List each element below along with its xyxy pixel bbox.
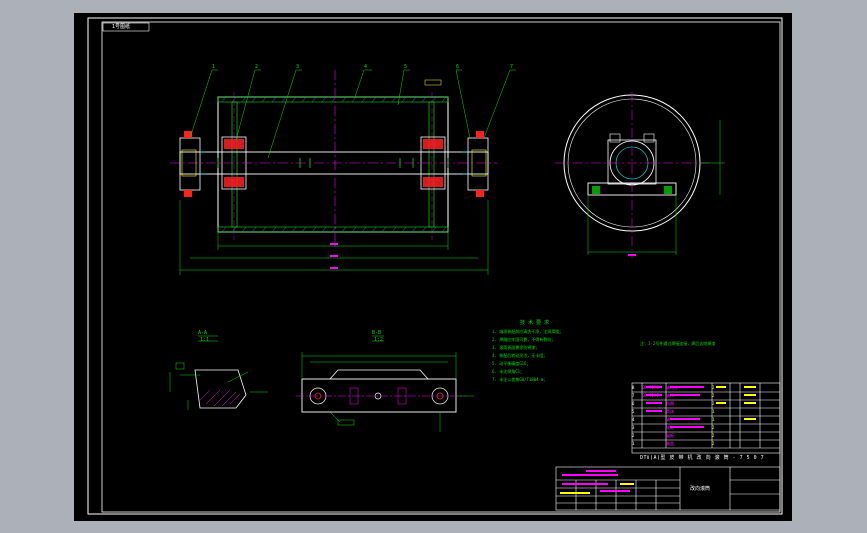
leader-number-7: 7 bbox=[510, 64, 514, 70]
bom-row: 5 筒体 1 bbox=[632, 409, 715, 414]
tech-line: 7. 未注公差按GB/T1804-m； bbox=[492, 377, 548, 382]
bom-row: 7 GB/T297 轴承 2 bbox=[632, 393, 715, 398]
bom-row: 3 轮毂 2 bbox=[632, 425, 715, 430]
tech-line: 6. 未注倒角C1； bbox=[492, 369, 525, 374]
part-name: 改向滚筒 bbox=[690, 486, 711, 492]
tech-requirements-title: 技 术 要 求 bbox=[520, 320, 550, 326]
tech-line: 5. 动平衡精度G16； bbox=[492, 361, 531, 366]
bom-row: 1 端盖 2 bbox=[632, 441, 715, 446]
leader-number-4: 4 bbox=[364, 64, 368, 70]
section-a-label: A-A bbox=[198, 330, 208, 336]
leader-number-6: 6 bbox=[456, 64, 460, 70]
tech-line: 3. 滚筒表面需涂防锈漆； bbox=[492, 345, 540, 350]
bom-row: 8 GB/T276 轴承座 2 bbox=[632, 385, 715, 390]
tech-line: 4. 装配后转动灵活，无卡阻； bbox=[492, 353, 548, 358]
leader-number-3: 3 bbox=[296, 64, 300, 70]
leader-number-1: 1 bbox=[212, 64, 216, 70]
side-note: 注：1-2号件通过焊接连接，焊后去除焊渣 bbox=[640, 341, 716, 346]
drawing-title-label: DTⅡ(A)型 皮 带 机 改 向 滚 筒 - 7 5 0 7 bbox=[640, 455, 765, 461]
bom-row: 6 挡圈 2 bbox=[632, 401, 715, 406]
tech-requirements-list: 1. 轴承装配前应清洗干净，注润滑脂； 2. 焊缝应牢固可靠，不得有裂纹； 3.… bbox=[492, 328, 622, 384]
corner-tag: 1号图纸 bbox=[112, 24, 131, 30]
section-b-scale: 1:2 bbox=[374, 337, 384, 343]
leader-number-5: 5 bbox=[404, 64, 408, 70]
section-b-label: B-B bbox=[372, 330, 382, 336]
bom-row: 4轴1 bbox=[632, 417, 715, 422]
tech-line: 2. 焊缝应牢固可靠，不得有裂纹； bbox=[492, 337, 556, 342]
bom-table: 8 GB/T276 轴承座 2 7 GB/T297 轴承 2 6 挡圈 2 5 筒体 1 4轴1 3… bbox=[632, 384, 780, 448]
leader-number-2: 2 bbox=[255, 64, 259, 70]
section-a-scale: 1:1 bbox=[200, 337, 210, 343]
bom-row: 2 辐板 2 bbox=[632, 433, 715, 438]
cad-drawing bbox=[74, 13, 792, 521]
tech-line: 1. 轴承装配前应清洗干净，注润滑脂； bbox=[492, 329, 564, 334]
